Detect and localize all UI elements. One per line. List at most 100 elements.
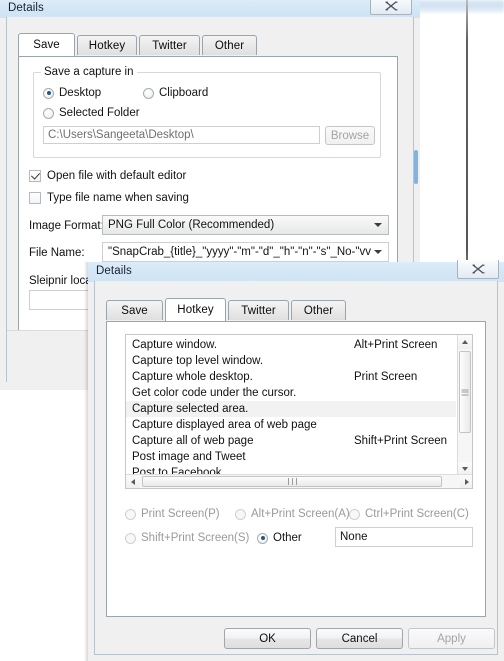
radio-desktop[interactable]: Desktop: [43, 87, 101, 99]
radio-clipboard-label: Clipboard: [159, 87, 209, 99]
tab-save-label: Save: [33, 39, 60, 51]
radio-selected-folder-label: Selected Folder: [59, 107, 140, 119]
radio-shift-print-screen[interactable]: Shift+Print Screen(S): [125, 532, 249, 544]
radio-clipboard-indicator: [143, 87, 154, 99]
tab-save-label: Save: [121, 304, 148, 317]
hotkey-tab-panel: Capture window. Alt+Print Screen Capture t…: [106, 321, 486, 617]
list-item-action: Capture window.: [132, 339, 218, 351]
scroll-up-icon[interactable]: [458, 335, 472, 349]
close-icon[interactable]: [457, 260, 499, 279]
save-dialog-title: Details: [8, 2, 44, 14]
close-icon[interactable]: [370, 0, 412, 15]
save-dialog-titlebar: [0, 0, 420, 18]
list-item[interactable]: Capture displayed area of web page: [126, 417, 456, 433]
file-name-value: "SnapCrab_{title}_"yyyy"-"m"-"d"_"h"-"n"…: [108, 246, 371, 258]
hscroll-thumb[interactable]: [142, 476, 442, 487]
radio-alt-print-screen-label: Alt+Print Screen(A): [251, 508, 350, 520]
checkbox-open-file-indicator: [29, 170, 41, 182]
radio-ctrl-print-screen[interactable]: Ctrl+Print Screen(C): [349, 508, 469, 520]
hotkey-dialog-titlebar: [88, 262, 504, 282]
image-format-combo[interactable]: PNG Full Color (Recommended): [102, 215, 389, 235]
tab-twitter[interactable]: Twitter: [139, 35, 200, 55]
close-glyph: [385, 0, 397, 11]
radio-ctrl-print-screen-indicator: [349, 508, 360, 520]
list-item-action: Post image and Tweet: [132, 451, 246, 463]
tab-hotkey[interactable]: Hotkey: [77, 35, 137, 55]
radio-shift-print-screen-label: Shift+Print Screen(S): [141, 532, 250, 544]
tab-save[interactable]: Save: [106, 300, 163, 320]
list-item[interactable]: Capture whole desktop. Print Screen: [126, 369, 456, 385]
radio-print-screen-indicator: [125, 508, 136, 520]
image-format-label: Image Format:: [29, 220, 104, 232]
close-glyph: [472, 264, 484, 274]
file-name-combo[interactable]: "SnapCrab_{title}_"yyyy"-"m"-"d"_"h"-"n"…: [102, 242, 389, 262]
list-item-action: Capture displayed area of web page: [132, 419, 317, 431]
hotkey-list-items: Capture window. Alt+Print Screen Capture t…: [126, 337, 456, 488]
hotkey-list-vscrollbar[interactable]: [457, 335, 472, 476]
checkbox-open-file-with-default-editor[interactable]: Open file with default editor: [29, 170, 186, 182]
list-item[interactable]: Capture all of web page Shift+Print Scree…: [126, 433, 456, 449]
radio-other-indicator: [257, 532, 268, 544]
radio-alt-print-screen[interactable]: Alt+Print Screen(A): [235, 508, 350, 520]
cancel-button[interactable]: Cancel: [316, 628, 403, 649]
list-item-action: Get color code under the cursor.: [132, 387, 297, 399]
tab-hotkey[interactable]: Hotkey: [165, 298, 226, 321]
radio-desktop-label: Desktop: [59, 87, 102, 99]
radio-other-label: Other: [273, 532, 302, 544]
chevron-down-icon: [374, 223, 382, 227]
tab-twitter-label: Twitter: [152, 39, 187, 52]
chevron-down-icon: [374, 250, 382, 254]
tab-hotkey-label: Hotkey: [177, 304, 214, 316]
checkbox-open-file-label: Open file with default editor: [47, 170, 187, 182]
image-format-value: PNG Full Color (Recommended): [108, 219, 275, 231]
radio-desktop-indicator: [43, 87, 54, 99]
sleipnir-location-input[interactable]: [29, 290, 89, 310]
list-item-action: Capture whole desktop.: [132, 371, 253, 383]
tab-save[interactable]: Save: [18, 33, 75, 56]
tab-other[interactable]: Other: [202, 35, 257, 55]
tab-hotkey-label: Hotkey: [88, 39, 126, 52]
list-item[interactable]: Get color code under the cursor.: [126, 385, 456, 401]
scroll-right-icon[interactable]: [460, 475, 472, 488]
scroll-left-icon[interactable]: [126, 475, 140, 488]
list-item-hotkey: Shift+Print Screen: [354, 435, 448, 447]
tab-other-label: Other: [214, 39, 245, 52]
list-item-hotkey: Print Screen: [354, 371, 418, 383]
hotkey-dialog-tabstrip: Save Hotkey Twitter Other: [106, 298, 486, 321]
radio-ctrl-print-screen-label: Ctrl+Print Screen(C): [365, 508, 469, 520]
folder-path-input[interactable]: C:\Users\Sangeeta\Desktop\: [43, 126, 320, 144]
apply-button[interactable]: Apply: [408, 628, 495, 649]
checkbox-type-file-name-when-saving[interactable]: Type file name when saving: [29, 192, 189, 204]
tab-twitter[interactable]: Twitter: [228, 300, 289, 320]
browse-button[interactable]: Browse: [325, 126, 375, 145]
checkbox-type-file-name-indicator: [29, 192, 41, 204]
list-item-action: Capture all of web page: [132, 435, 254, 447]
hotkey-list-hscrollbar[interactable]: [126, 474, 472, 488]
details-hotkey-dialog: Details Save Hotkey Twitter Other Captur…: [84, 260, 504, 661]
radio-print-screen[interactable]: Print Screen(P): [125, 508, 220, 520]
background-scrollbar-thumb[interactable]: [414, 150, 418, 184]
list-item[interactable]: Post image and Tweet: [126, 449, 456, 465]
ok-button[interactable]: OK: [224, 628, 311, 649]
save-dialog-tabstrip: Save Hotkey Twitter Other: [18, 33, 398, 56]
sleipnir-location-label: Sleipnir locat: [29, 275, 95, 287]
list-item[interactable]: Capture selected area.: [126, 401, 456, 417]
radio-shift-print-screen-indicator: [125, 532, 136, 544]
list-item[interactable]: Capture window. Alt+Print Screen: [126, 337, 456, 353]
radio-selected-folder[interactable]: Selected Folder: [43, 107, 140, 119]
list-item[interactable]: Capture top level window.: [126, 353, 456, 369]
radio-other[interactable]: Other: [257, 532, 302, 544]
radio-alt-print-screen-indicator: [235, 508, 246, 520]
save-location-group-legend: Save a capture in: [41, 66, 137, 78]
list-item-hotkey: Alt+Print Screen: [354, 339, 438, 351]
tab-other[interactable]: Other: [291, 300, 346, 320]
list-item-action: Capture selected area.: [132, 403, 249, 415]
checkbox-type-file-name-label: Type file name when saving: [47, 192, 189, 204]
radio-selected-folder-indicator: [43, 107, 54, 119]
tab-twitter-label: Twitter: [241, 304, 276, 317]
other-hotkey-input[interactable]: None: [335, 527, 473, 547]
radio-clipboard[interactable]: Clipboard: [143, 87, 208, 99]
hotkey-listbox[interactable]: Capture window. Alt+Print Screen Capture t…: [125, 334, 473, 489]
vscroll-thumb[interactable]: [459, 351, 471, 433]
screen: Details Save Hotkey Twitter Other Save a…: [0, 0, 504, 661]
